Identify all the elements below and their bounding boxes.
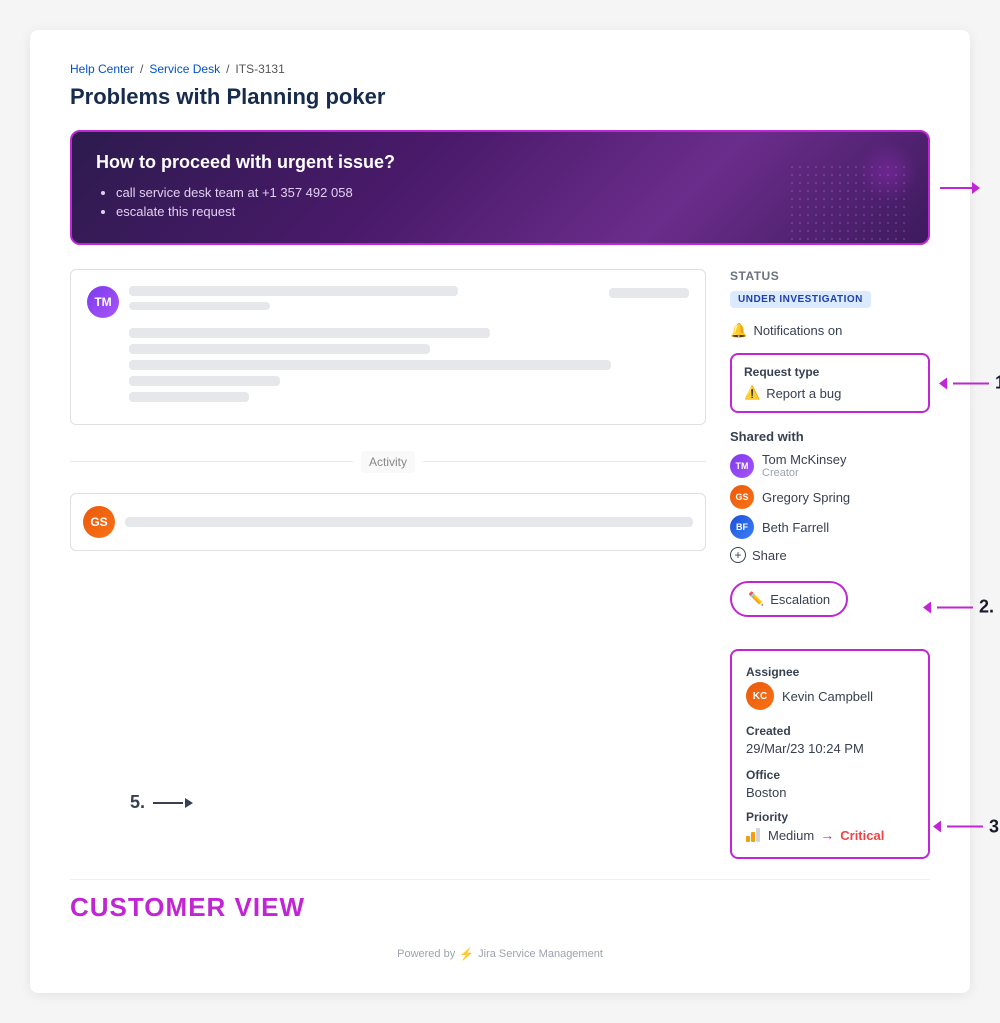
- annotation-5: 5.: [130, 792, 193, 813]
- plus-icon: +: [730, 547, 746, 563]
- assignee-name: Kevin Campbell: [782, 689, 873, 704]
- request-type-icon: ⚠️: [744, 385, 760, 401]
- annotation-1: 1.: [939, 373, 1000, 394]
- status-section: Status UNDER INVESTIGATION: [730, 269, 930, 318]
- office-value: Boston: [746, 785, 914, 800]
- breadcrumb-service-desk[interactable]: Service Desk: [149, 62, 220, 76]
- banner-item-2: escalate this request: [116, 204, 904, 219]
- assignee-section: Assignee KC Kevin Campbell Created 29/Ma…: [730, 649, 930, 859]
- annotation-2: 2.: [923, 597, 1000, 618]
- shared-with-title: Shared with: [730, 429, 930, 444]
- breadcrumb-help-center[interactable]: Help Center: [70, 62, 134, 76]
- status-label: Status: [730, 269, 930, 283]
- left-panel: TM: [70, 269, 706, 859]
- request-type-box: Request type ⚠️ Report a bug: [730, 353, 930, 413]
- status-badge: UNDER INVESTIGATION: [730, 291, 871, 308]
- assignee-avatar-initials: KC: [753, 691, 767, 702]
- notification-row[interactable]: 🔔 Notifications on: [730, 322, 930, 339]
- person-tom: TM Tom McKinsey Creator: [730, 452, 930, 479]
- commenter-avatar: TM: [87, 286, 119, 318]
- banner-item-1: call service desk team at +1 357 492 058: [116, 185, 904, 200]
- comment-area: TM: [70, 269, 706, 425]
- jira-icon: ⚡: [459, 947, 474, 961]
- created-value: 29/Mar/23 10:24 PM: [746, 741, 914, 756]
- footer-brand: Jira Service Management: [478, 948, 603, 960]
- priority-row: Medium → Critical: [746, 827, 914, 843]
- reply-area[interactable]: GS: [70, 493, 706, 551]
- office-label: Office: [746, 768, 914, 782]
- notification-label: Notifications on: [753, 323, 842, 338]
- activity-section: Activity: [70, 441, 706, 481]
- person-gregory: GS Gregory Spring: [730, 485, 930, 509]
- priority-critical: Critical: [840, 828, 884, 843]
- annotation-number-3: 3.: [989, 816, 1000, 837]
- shared-with-section: Shared with TM Tom McKinsey Creator GS: [730, 429, 930, 565]
- assignee-label: Assignee: [746, 665, 914, 679]
- priority-arrow-icon: →: [820, 827, 834, 843]
- annotation-number-2: 2.: [979, 597, 994, 618]
- banner-title: How to proceed with urgent issue?: [96, 152, 904, 173]
- breadcrumb-ticket-id: ITS-3131: [235, 62, 284, 76]
- customer-view-label: CUSTOMER VIEW: [70, 892, 930, 923]
- right-panel: Status UNDER INVESTIGATION 🔔 Notificatio…: [730, 269, 930, 859]
- person-name-tom: Tom McKinsey: [762, 452, 847, 467]
- banner-list: call service desk team at +1 357 492 058…: [96, 185, 904, 219]
- person-name-gregory: Gregory Spring: [762, 490, 850, 505]
- annotation-number-1: 1.: [995, 373, 1000, 394]
- person-role-tom: Creator: [762, 467, 847, 479]
- priority-medium: Medium: [746, 828, 814, 843]
- priority-bars: [746, 828, 760, 842]
- banner-annotation-arrow: [940, 182, 980, 194]
- share-label: Share: [752, 548, 787, 563]
- escalation-label: Escalation: [770, 592, 830, 607]
- annotation-number-5: 5.: [130, 792, 145, 813]
- escalation-button[interactable]: ✏️ Escalation: [730, 581, 848, 617]
- urgent-banner: How to proceed with urgent issue? call s…: [70, 130, 930, 245]
- reply-input[interactable]: [125, 517, 693, 527]
- person-name-beth: Beth Farrell: [762, 520, 829, 535]
- created-label: Created: [746, 724, 914, 738]
- reply-avatar: GS: [83, 506, 115, 538]
- priority-current: Medium: [768, 828, 814, 843]
- priority-label: Priority: [746, 810, 914, 824]
- pencil-icon: ✏️: [748, 591, 764, 607]
- bell-icon: 🔔: [730, 322, 747, 339]
- breadcrumb: Help Center / Service Desk / ITS-3131: [70, 62, 930, 76]
- share-button[interactable]: + Share: [730, 545, 930, 565]
- request-type-value: Report a bug: [766, 386, 841, 401]
- footer-text: Powered by: [397, 948, 455, 960]
- annotation-3: 3.: [933, 816, 1000, 837]
- person-beth: BF Beth Farrell: [730, 515, 930, 539]
- request-type-title: Request type: [744, 365, 916, 379]
- request-type-content: ⚠️ Report a bug: [744, 385, 916, 401]
- activity-label: Activity: [361, 451, 415, 473]
- footer: Powered by ⚡ Jira Service Management: [70, 947, 930, 961]
- page-title: Problems with Planning poker: [70, 84, 930, 110]
- assignee-person: KC Kevin Campbell: [746, 682, 914, 710]
